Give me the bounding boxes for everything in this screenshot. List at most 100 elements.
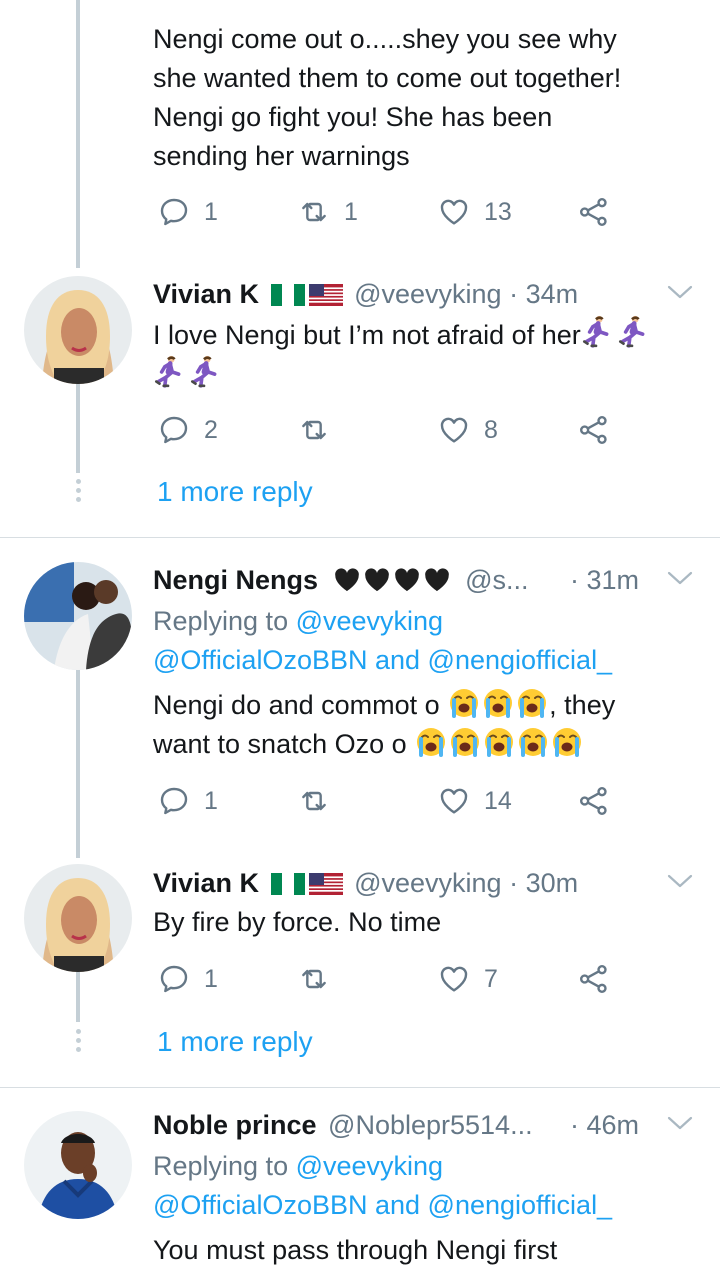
- avatar[interactable]: [24, 276, 132, 384]
- divider: [0, 1087, 720, 1088]
- chevron-down-icon[interactable]: [667, 1113, 693, 1133]
- woman-running-icon: [189, 355, 219, 389]
- reply-icon: [158, 196, 190, 228]
- user-handle[interactable]: @veevyking: [354, 868, 501, 898]
- retweet-icon: [298, 414, 330, 446]
- mention-link[interactable]: @veevyking: [296, 606, 443, 636]
- retweet-icon: [298, 196, 330, 228]
- woman-running-icon: [153, 355, 183, 389]
- timestamp: · 46m: [570, 1110, 640, 1140]
- retweet-icon: [298, 785, 330, 817]
- share-button[interactable]: [578, 959, 610, 999]
- timestamp: · 31m: [570, 565, 640, 595]
- divider: [0, 537, 720, 538]
- tweet-header: Vivian K @veevyking · 34m: [153, 277, 578, 311]
- usa-flag-icon: [309, 284, 343, 306]
- loudly-crying-face-icon: [448, 726, 482, 758]
- heart-icon: [438, 196, 470, 228]
- chevron-down-icon[interactable]: [667, 871, 693, 891]
- more-replies-link[interactable]: 1 more reply: [157, 475, 313, 509]
- mention-link[interactable]: @nengiofficial_: [428, 1190, 613, 1220]
- tweet-text: Nengi come out o.....shey you see why sh…: [153, 24, 622, 171]
- thread-line: [76, 0, 80, 268]
- woman-running-icon: [581, 315, 611, 349]
- retweet-button[interactable]: [298, 781, 344, 821]
- tweet-text: By fire by force. No time: [153, 907, 442, 937]
- reply-icon: [158, 963, 190, 995]
- more-replies-link[interactable]: 1 more reply: [157, 1025, 313, 1059]
- reply-button[interactable]: 1: [158, 781, 218, 821]
- like-button[interactable]: 14: [438, 781, 512, 821]
- nigeria-flag-icon: [271, 284, 305, 306]
- like-button[interactable]: 13: [438, 192, 512, 232]
- share-button[interactable]: [578, 192, 610, 232]
- retweet-button[interactable]: [298, 410, 344, 450]
- reply-button[interactable]: 1: [158, 192, 218, 232]
- reply-button[interactable]: 2: [158, 410, 218, 450]
- user-handle[interactable]: @veevyking: [354, 279, 501, 309]
- tweet-text: Nengi do and commot o , they want to sna…: [153, 686, 615, 764]
- black-heart-icon: [332, 566, 362, 594]
- mention-link[interactable]: @nengiofficial_: [428, 645, 613, 675]
- tweet-header: Noble prince @Noblepr5514...: [153, 1108, 533, 1142]
- replying-to: Replying to @veevyking @OfficialOzoBBN a…: [153, 606, 613, 675]
- heart-icon: [438, 963, 470, 995]
- display-name[interactable]: Vivian K: [153, 279, 259, 309]
- tweet-text: I love Nengi but I’m not afraid of her: [153, 315, 647, 395]
- share-button[interactable]: [578, 410, 610, 450]
- loudly-crying-face-icon: [516, 726, 550, 758]
- thread-dots: [73, 479, 83, 506]
- black-heart-icon: [392, 566, 422, 594]
- retweet-icon: [298, 963, 330, 995]
- retweet-button[interactable]: 1: [298, 192, 358, 232]
- display-name[interactable]: Vivian K: [153, 868, 259, 898]
- avatar[interactable]: [24, 864, 132, 972]
- timestamp: · 34m: [509, 279, 579, 309]
- display-name[interactable]: Nengi Nengs: [153, 565, 318, 595]
- tweet-header: Vivian K @veevyking · 30m: [153, 866, 578, 900]
- tweet-actions: 1 14: [158, 781, 618, 821]
- reply-icon: [158, 785, 190, 817]
- reply-button[interactable]: 1: [158, 959, 218, 999]
- woman-running-icon: [617, 315, 647, 349]
- heart-icon: [438, 785, 470, 817]
- share-icon: [578, 414, 610, 446]
- tweet-actions: 1 1 13: [158, 192, 618, 232]
- avatar[interactable]: [24, 562, 132, 670]
- chevron-down-icon[interactable]: [667, 282, 693, 302]
- like-button[interactable]: 8: [438, 410, 498, 450]
- retweet-button[interactable]: [298, 959, 344, 999]
- tweet-actions: 1 7: [158, 959, 618, 999]
- share-icon: [578, 196, 610, 228]
- nigeria-flag-icon: [271, 873, 305, 895]
- thread-dots: [73, 1029, 83, 1056]
- mention-link[interactable]: @veevyking: [296, 1151, 443, 1181]
- mention-link[interactable]: @OfficialOzoBBN: [153, 1190, 367, 1220]
- heart-icon: [438, 414, 470, 446]
- like-button[interactable]: 7: [438, 959, 498, 999]
- display-name[interactable]: Noble prince: [153, 1110, 317, 1140]
- loudly-crying-face-icon: [414, 726, 448, 758]
- loudly-crying-face-icon: [447, 687, 481, 719]
- loudly-crying-face-icon: [482, 726, 516, 758]
- tweet-header: Nengi Nengs @s...: [153, 563, 528, 597]
- chevron-down-icon[interactable]: [667, 568, 693, 588]
- loudly-crying-face-icon: [550, 726, 584, 758]
- thread-line: [76, 670, 80, 858]
- black-heart-icon: [422, 566, 452, 594]
- avatar[interactable]: [24, 1111, 132, 1219]
- user-handle[interactable]: @Noblepr5514...: [328, 1110, 533, 1140]
- reply-icon: [158, 414, 190, 446]
- black-heart-icon: [362, 566, 392, 594]
- usa-flag-icon: [309, 873, 343, 895]
- share-icon: [578, 785, 610, 817]
- loudly-crying-face-icon: [515, 687, 549, 719]
- share-icon: [578, 963, 610, 995]
- share-button[interactable]: [578, 781, 610, 821]
- replying-to: Replying to @veevyking @OfficialOzoBBN a…: [153, 1151, 613, 1220]
- loudly-crying-face-icon: [481, 687, 515, 719]
- timestamp: · 30m: [509, 868, 579, 898]
- tweet-actions: 2 8: [158, 410, 618, 450]
- user-handle[interactable]: @s...: [465, 565, 528, 595]
- mention-link[interactable]: @OfficialOzoBBN: [153, 645, 367, 675]
